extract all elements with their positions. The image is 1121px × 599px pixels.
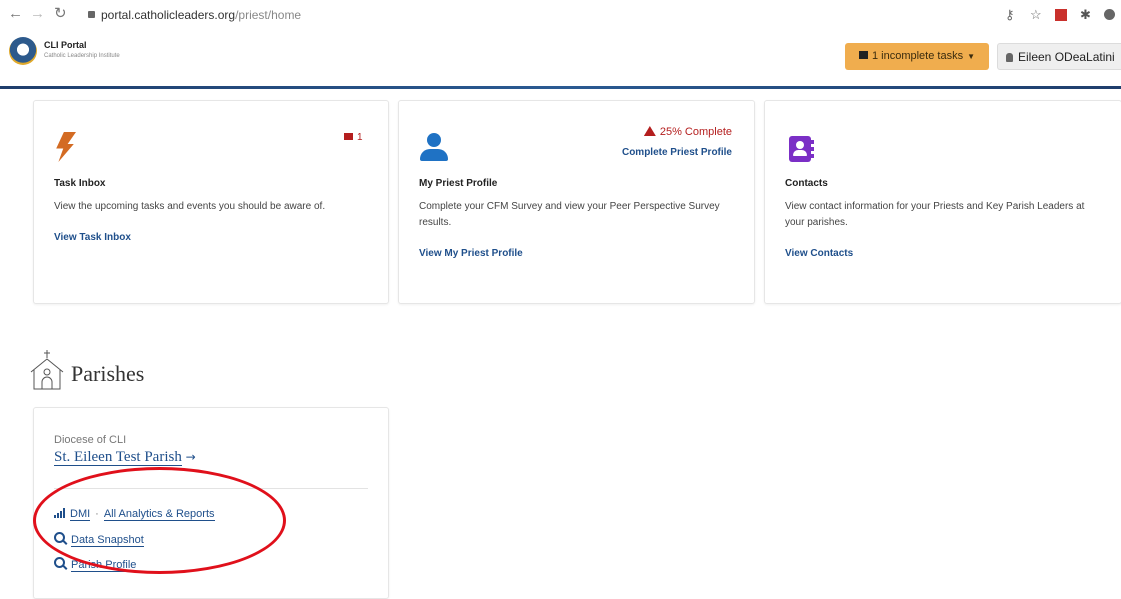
forward-arrow-icon[interactable]: → bbox=[30, 5, 45, 23]
browser-toolbar: ← → ↻ portal.catholicleaders.org/priest/… bbox=[0, 0, 1121, 31]
contact-book-icon bbox=[789, 136, 814, 162]
back-arrow-icon[interactable]: ← bbox=[8, 5, 23, 23]
card-title: Contacts bbox=[785, 178, 828, 189]
arrow-right-icon: → bbox=[185, 450, 196, 464]
church-icon bbox=[30, 350, 64, 390]
search-icon bbox=[54, 532, 65, 543]
data-snapshot-link[interactable]: Data Snapshot bbox=[71, 534, 144, 547]
task-count: 1 bbox=[357, 132, 363, 143]
url-path: /priest/home bbox=[235, 8, 302, 22]
parish-card: Diocese of CLI St. Eileen Test Parish → … bbox=[33, 407, 389, 599]
pdf-extension-icon[interactable] bbox=[1055, 9, 1067, 21]
lock-icon bbox=[88, 11, 95, 18]
flag-icon bbox=[858, 51, 868, 59]
view-contacts-link[interactable]: View Contacts bbox=[785, 248, 853, 259]
user-menu-button[interactable]: Eileen ODeaLatini bbox=[997, 43, 1121, 70]
progress-text: 25% Complete bbox=[659, 126, 732, 138]
section-title: Parishes bbox=[71, 361, 145, 386]
dmi-link[interactable]: DMI bbox=[70, 508, 91, 521]
brand-title: CLI Portal bbox=[44, 40, 87, 50]
url-host: portal.catholicleaders.org bbox=[101, 8, 236, 22]
key-icon[interactable]: ⚷ bbox=[1005, 7, 1015, 23]
parish-name: St. Eileen Test Parish bbox=[54, 449, 182, 466]
card-description: View contact information for your Priest… bbox=[785, 201, 1085, 228]
card-title: My Priest Profile bbox=[419, 178, 498, 189]
snapshot-row: Data Snapshot bbox=[54, 532, 144, 547]
parish-profile-link[interactable]: Parish Profile bbox=[71, 559, 137, 572]
header-divider bbox=[0, 86, 1121, 89]
card-title: Task Inbox bbox=[54, 178, 106, 189]
profile-icon[interactable] bbox=[1104, 9, 1115, 20]
contacts-card: Contacts View contact information for yo… bbox=[764, 100, 1121, 304]
incomplete-tasks-button[interactable]: 1 incomplete tasks ▼ bbox=[845, 43, 989, 70]
tasks-button-label: 1 incomplete tasks bbox=[871, 50, 964, 62]
user-name: Eileen ODeaLatini bbox=[1018, 50, 1115, 64]
view-priest-profile-link[interactable]: View My Priest Profile bbox=[419, 248, 523, 259]
divider bbox=[54, 488, 368, 489]
caret-down-icon: ▼ bbox=[967, 52, 976, 61]
profile-row: Parish Profile bbox=[54, 557, 137, 572]
reload-icon[interactable]: ↻ bbox=[54, 5, 67, 23]
warning-icon bbox=[643, 126, 656, 136]
parish-name-link[interactable]: St. Eileen Test Parish → bbox=[54, 449, 196, 466]
lightning-bolt-icon bbox=[56, 132, 76, 162]
search-icon bbox=[54, 557, 65, 568]
puzzle-icon[interactable]: ✱ bbox=[1080, 7, 1091, 23]
brand-subtitle: Catholic Leadership Institute bbox=[44, 53, 120, 59]
person-icon bbox=[419, 133, 449, 161]
separator: · bbox=[95, 508, 99, 520]
card-description: View the upcoming tasks and events you s… bbox=[54, 201, 326, 212]
card-description: Complete your CFM Survey and view your P… bbox=[419, 201, 720, 228]
complete-priest-profile-link[interactable]: Complete Priest Profile bbox=[622, 147, 732, 158]
diocese-label: Diocese of CLI bbox=[54, 434, 127, 446]
signal-bars-icon bbox=[54, 508, 66, 518]
analytics-row: DMI · All Analytics & Reports bbox=[54, 507, 215, 521]
cli-logo-icon[interactable] bbox=[9, 37, 37, 65]
user-icon bbox=[1006, 53, 1013, 62]
address-bar[interactable]: portal.catholicleaders.org/priest/home bbox=[88, 5, 988, 25]
priest-profile-card: 25% Complete Complete Priest Profile My … bbox=[398, 100, 755, 304]
task-count-badge: 1 bbox=[344, 132, 363, 143]
flag-icon bbox=[344, 133, 353, 140]
star-icon[interactable]: ☆ bbox=[1030, 7, 1042, 23]
view-task-inbox-link[interactable]: View Task Inbox bbox=[54, 232, 131, 243]
profile-progress: 25% Complete bbox=[643, 125, 732, 138]
task-inbox-card: 1 Task Inbox View the upcoming tasks and… bbox=[33, 100, 389, 304]
all-analytics-link[interactable]: All Analytics & Reports bbox=[103, 508, 215, 521]
